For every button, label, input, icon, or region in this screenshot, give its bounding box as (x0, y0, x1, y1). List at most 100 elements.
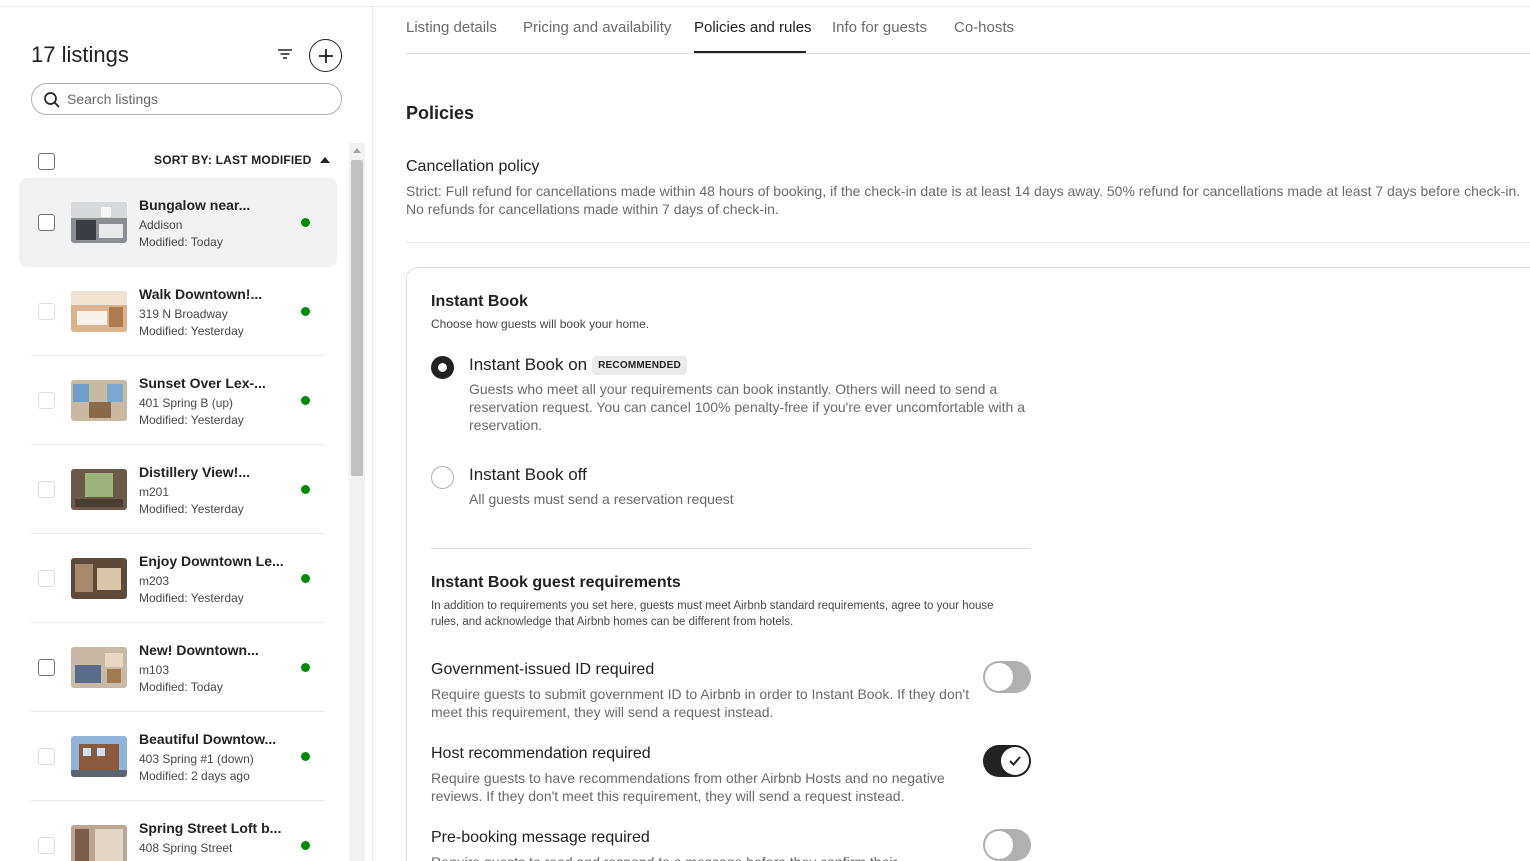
listing-status-dot (301, 841, 310, 850)
listing-checkbox[interactable] (38, 837, 55, 854)
instant-book-on-label: Instant Book on (469, 355, 588, 374)
listing-name: New! Downtown... (139, 642, 259, 658)
listing-checkbox[interactable] (38, 392, 55, 409)
instant-book-on-option[interactable]: Instant Book on RECOMMENDED (469, 355, 687, 375)
listing-modified: Modified: Today (139, 235, 223, 249)
listing-address: 319 N Broadway (139, 307, 228, 321)
instant-book-subtitle: Choose how guests will book your home. (431, 317, 650, 331)
requirement-gov-id-description: Require guests to submit government ID t… (431, 686, 970, 720)
listing-modified: Modified: Yesterday (139, 591, 244, 605)
listing-modified: Modified: Yesterday (139, 413, 244, 427)
requirement-pre-booking-label: Pre-booking message required (431, 829, 650, 846)
listing-modified: Modified: Yesterday (139, 324, 244, 338)
listing-modified: Modified: 2 days ago (139, 769, 250, 783)
instant-book-on-radio[interactable] (431, 356, 454, 379)
listing-address: m201 (139, 485, 170, 499)
cancellation-policy-text: Strict: Full refund for cancellations ma… (406, 183, 1521, 217)
sort-ascending-icon (319, 157, 330, 163)
instant-book-card: Instant Book Choose how guests will book… (406, 267, 1530, 861)
listing-name: Enjoy Downtown Le... (139, 553, 284, 569)
listing-thumbnail (71, 380, 127, 421)
sort-control[interactable]: SORT BY: LAST MODIFIED (154, 153, 330, 167)
listing-thumbnail (71, 558, 127, 599)
listing-name: Walk Downtown!... (139, 286, 263, 302)
tab-info-for-guests[interactable]: Info for guests (832, 19, 927, 36)
listing-thumbnail (71, 825, 127, 861)
instant-book-off-label: Instant Book off (469, 465, 587, 484)
active-tab-indicator (694, 51, 806, 53)
listing-status-dot (301, 663, 310, 672)
listing-item[interactable]: Beautiful Downtow... 403 Spring #1 (down… (19, 712, 337, 801)
listing-status-dot (301, 752, 310, 761)
listing-checkbox[interactable] (38, 748, 55, 765)
host-recommendation-toggle[interactable] (983, 745, 1031, 777)
filter-icon[interactable] (276, 47, 294, 63)
listing-name: Distillery View!... (139, 464, 251, 480)
listings-count-title: 17 listings (31, 42, 129, 67)
tab-co-hosts[interactable]: Co-hosts (954, 19, 1014, 36)
listing-status-dot (301, 485, 310, 494)
scrollbar-thumb[interactable] (351, 160, 363, 476)
requirement-host-rec-description: Require guests to have recommendations f… (431, 770, 945, 804)
tab-policies-rules[interactable]: Policies and rules (694, 19, 812, 36)
scroll-up-arrow-icon[interactable] (353, 148, 361, 153)
select-all-checkbox[interactable] (38, 153, 55, 170)
add-listing-button[interactable] (309, 39, 342, 72)
checkmark-icon (1009, 756, 1021, 766)
instant-book-off-option[interactable]: Instant Book off (469, 465, 587, 485)
listing-checkbox[interactable] (38, 214, 55, 231)
listing-address: 408 Spring Street (139, 841, 233, 855)
listing-name: Sunset Over Lex-... (139, 375, 266, 391)
search-listings-field[interactable] (31, 83, 342, 115)
listing-address: 401 Spring B (up) (139, 396, 234, 410)
instant-book-off-description: All guests must send a reservation reque… (469, 491, 734, 507)
listing-checkbox[interactable] (38, 659, 55, 676)
guest-requirements-title: Instant Book guest requirements (431, 574, 681, 591)
tab-listing-details[interactable]: Listing details (406, 19, 497, 36)
listing-item[interactable]: New! Downtown... m103 Modified: Today (19, 623, 337, 712)
policies-heading: Policies (406, 103, 475, 123)
listing-item[interactable]: Sunset Over Lex-... 401 Spring B (up) Mo… (19, 356, 337, 445)
search-icon (43, 91, 61, 109)
requirement-gov-id-label: Government-issued ID required (431, 661, 655, 678)
listing-checkbox[interactable] (38, 570, 55, 587)
listing-status-dot (301, 396, 310, 405)
listing-thumbnail (71, 291, 127, 332)
section-divider (406, 242, 1530, 243)
listing-item[interactable]: Distillery View!... m201 Modified: Yeste… (19, 445, 337, 534)
toggle-knob (985, 663, 1013, 691)
listing-item[interactable]: Bungalow near... Addison Modified: Today (19, 178, 337, 267)
toggle-knob (1001, 747, 1029, 775)
toggle-knob (985, 831, 1013, 859)
listing-item[interactable]: Walk Downtown!... 319 N Broadway Modifie… (19, 267, 337, 356)
listing-status-dot (301, 218, 310, 227)
listing-item[interactable]: Spring Street Loft b... 408 Spring Stree… (19, 801, 337, 861)
listings-sidebar: 17 listings SORT BY: LAST MODIFIED (0, 7, 373, 861)
listing-thumbnail (71, 469, 127, 510)
listing-status-dot (301, 307, 310, 316)
listing-checkbox[interactable] (38, 303, 55, 320)
listing-editor: Listing details Pricing and availability… (374, 7, 1530, 861)
instant-book-off-radio[interactable] (431, 466, 454, 489)
listing-name: Bungalow near... (139, 197, 251, 213)
requirement-host-rec-label: Host recommendation required (431, 745, 651, 762)
cancellation-policy-title[interactable]: Cancellation policy (406, 158, 539, 176)
listing-thumbnail (71, 202, 127, 243)
pre-booking-toggle[interactable] (983, 829, 1031, 861)
listing-checkbox[interactable] (38, 481, 55, 498)
search-input[interactable] (67, 89, 327, 109)
listing-address: m103 (139, 663, 170, 677)
sort-label: SORT BY: LAST MODIFIED (154, 153, 312, 167)
listing-tabs: Listing details Pricing and availability… (406, 7, 1530, 54)
listings-list: Bungalow near... Addison Modified: Today… (19, 178, 337, 861)
listing-address: Addison (139, 218, 183, 232)
instant-book-title: Instant Book (431, 293, 528, 310)
listing-address: 403 Spring #1 (down) (139, 752, 254, 766)
gov-id-toggle[interactable] (983, 661, 1031, 693)
card-divider (431, 548, 1031, 549)
listing-name: Beautiful Downtow... (139, 731, 277, 747)
tab-pricing-availability[interactable]: Pricing and availability (523, 19, 671, 36)
listing-item[interactable]: Enjoy Downtown Le... m203 Modified: Yest… (19, 534, 337, 623)
listing-modified: Modified: Today (139, 680, 223, 694)
guest-requirements-subtitle: In addition to requirements you set here… (431, 600, 994, 628)
